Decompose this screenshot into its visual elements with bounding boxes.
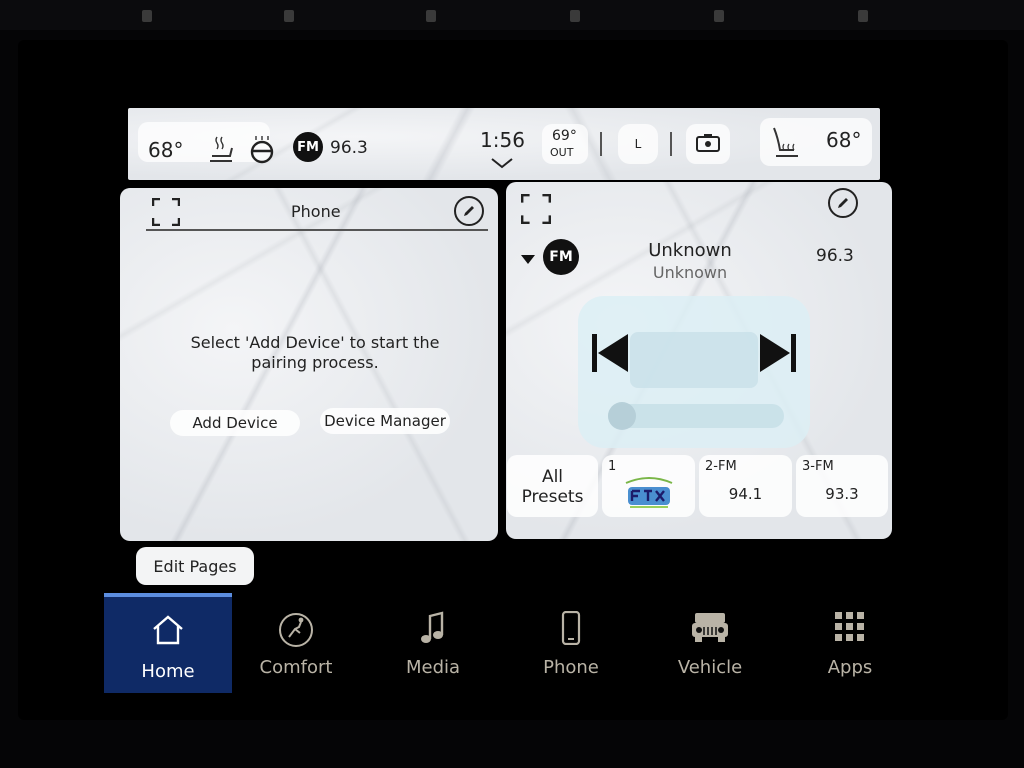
nav-label: Phone	[543, 657, 599, 678]
nav-label: Comfort	[259, 657, 333, 678]
bezel-clip	[714, 10, 724, 22]
apps-grid-icon	[834, 611, 866, 647]
phone-card-title: Phone	[291, 202, 341, 221]
chevron-down-icon[interactable]	[490, 154, 514, 173]
bezel-clip	[284, 10, 294, 22]
passenger-seat-icon[interactable]	[768, 124, 802, 164]
outside-label: OUT	[550, 146, 574, 159]
bezel-top	[0, 0, 1024, 30]
bezel-clip	[142, 10, 152, 22]
driver-temp[interactable]: 68°	[148, 138, 183, 162]
l-button[interactable]: L	[618, 124, 658, 164]
nav-vehicle[interactable]: Vehicle	[646, 593, 774, 689]
expand-icon[interactable]	[151, 197, 181, 227]
phone-card-divider	[146, 229, 488, 231]
passenger-temp[interactable]: 68°	[826, 128, 861, 152]
status-bar: 68° FM 96.3 1:56 69° OUT L 68°	[128, 108, 880, 180]
nav-label: Home	[141, 661, 195, 682]
preset-number: 2-FM	[705, 459, 737, 474]
comfort-icon	[277, 611, 315, 653]
nav-label: Media	[405, 657, 461, 678]
edit-icon[interactable]	[828, 188, 858, 218]
pairing-message: Select 'Add Device' to start the pairing…	[120, 333, 498, 373]
all-presets-line1: All	[541, 467, 564, 487]
pairing-message-line1: Select 'Add Device' to start the	[190, 333, 440, 352]
preset-3[interactable]: 3-FM 93.3	[796, 455, 888, 517]
tuner-display	[630, 332, 758, 388]
status-divider	[600, 132, 602, 156]
bezel-clip	[426, 10, 436, 22]
music-note-icon	[420, 611, 446, 651]
pairing-message-line2: pairing process.	[251, 353, 379, 372]
nav-label: Apps	[827, 657, 873, 678]
heated-wheel-icon[interactable]	[248, 134, 276, 168]
preset-1[interactable]: 1	[602, 455, 695, 517]
status-divider	[670, 132, 672, 156]
edit-icon[interactable]	[454, 196, 484, 226]
nav-apps[interactable]: Apps	[786, 593, 914, 689]
status-radio-freq[interactable]: 96.3	[330, 138, 368, 158]
preset-frequency: 93.3	[825, 485, 859, 503]
tuner-slider-knob[interactable]	[608, 402, 636, 430]
preset-2[interactable]: 2-FM 94.1	[699, 455, 792, 517]
phone-icon	[561, 610, 581, 649]
current-frequency: 96.3	[816, 246, 854, 266]
expand-icon[interactable]	[520, 193, 552, 225]
station-logo	[622, 473, 676, 515]
fm-badge[interactable]: FM	[293, 132, 323, 162]
outside-temp: 69°	[552, 128, 577, 144]
nav-media[interactable]: Media	[369, 593, 497, 689]
camera-icon[interactable]	[696, 134, 720, 158]
add-device-button[interactable]: Add Device	[170, 410, 300, 436]
edit-pages-button[interactable]: Edit Pages	[136, 547, 254, 585]
bezel-clip	[570, 10, 580, 22]
heated-seat-icon[interactable]	[208, 134, 236, 168]
all-presets-line2: Presets	[521, 487, 584, 507]
seek-forward-icon[interactable]	[760, 334, 796, 376]
home-icon	[151, 615, 185, 649]
nav-label: Vehicle	[677, 657, 743, 678]
seek-back-icon[interactable]	[592, 334, 628, 376]
preset-number: 1	[608, 459, 617, 474]
phone-card: Phone Select 'Add Device' to start the p…	[120, 188, 498, 541]
nav-comfort[interactable]: Comfort	[232, 593, 360, 689]
clock: 1:56	[480, 128, 525, 152]
preset-frequency: 94.1	[728, 485, 763, 503]
vehicle-icon	[691, 611, 729, 647]
preset-number: 3-FM	[802, 459, 834, 474]
device-manager-button[interactable]: Device Manager	[320, 408, 450, 434]
bezel-clip	[858, 10, 868, 22]
nav-phone[interactable]: Phone	[507, 593, 635, 689]
nav-home[interactable]: Home	[104, 593, 232, 693]
all-presets-button[interactable]: All Presets	[507, 455, 598, 517]
